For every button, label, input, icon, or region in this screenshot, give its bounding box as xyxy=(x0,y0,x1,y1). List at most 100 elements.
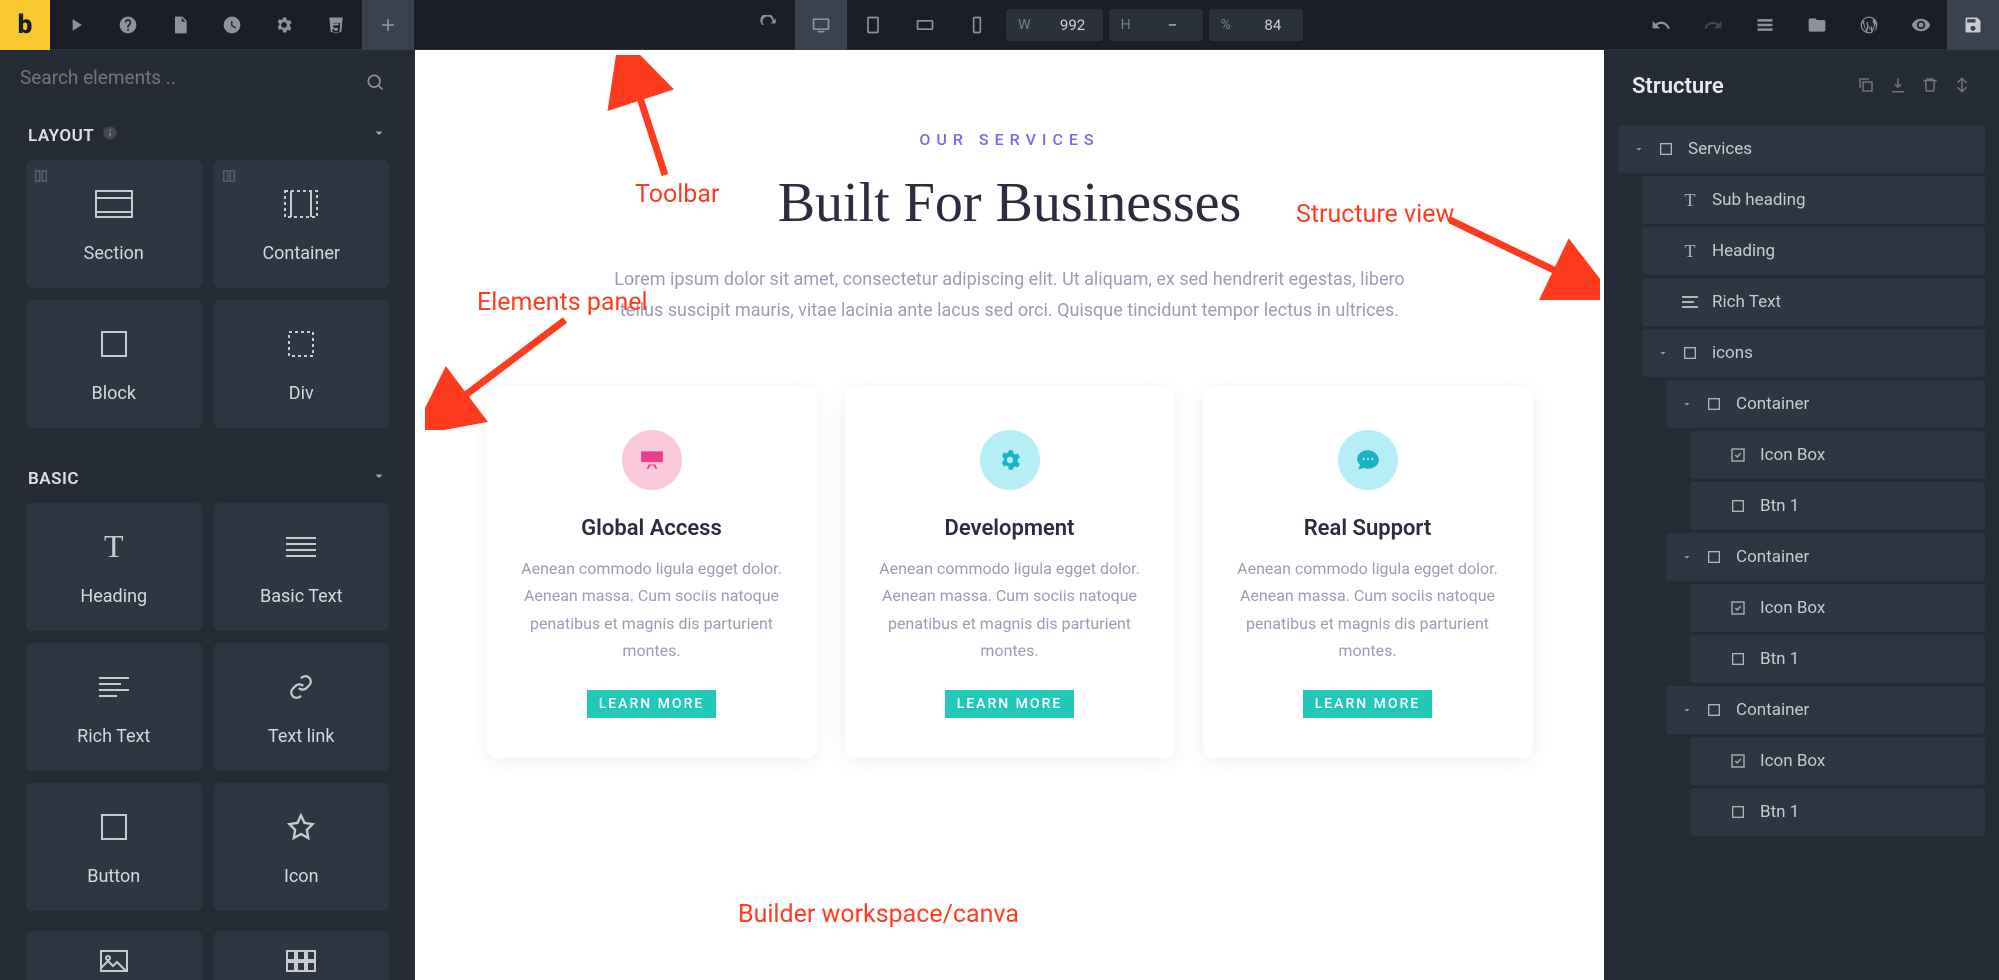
element-heading[interactable]: T Heading xyxy=(26,503,202,631)
tablet-landscape-icon[interactable] xyxy=(899,0,951,50)
css-icon[interactable] xyxy=(310,0,362,50)
tree-node[interactable]: Btn 1 xyxy=(1690,788,1985,836)
category-title: LAYOUT xyxy=(28,126,94,146)
chevron-down-icon xyxy=(371,125,387,146)
app-logo[interactable]: b xyxy=(0,0,50,50)
element-div[interactable]: Div xyxy=(214,300,390,428)
copy-icon[interactable] xyxy=(1857,76,1875,98)
play-icon[interactable] xyxy=(50,0,102,50)
node-label: Icon Box xyxy=(1760,751,1825,771)
element-label: Text link xyxy=(268,726,335,747)
chevron-down-icon[interactable] xyxy=(1678,398,1696,410)
tree-node[interactable]: THeading xyxy=(1642,227,1985,275)
element-label: Basic Text xyxy=(260,586,342,607)
trash-icon[interactable] xyxy=(1921,76,1939,98)
zoom-input[interactable] xyxy=(1243,16,1303,34)
element-text-link[interactable]: Text link xyxy=(214,643,390,771)
node-label: Heading xyxy=(1712,241,1775,261)
chevron-down-icon[interactable] xyxy=(1630,143,1648,155)
tree-node[interactable]: Container xyxy=(1666,533,1985,581)
elements-panel: LAYOUT Section Container Block Div BASIC… xyxy=(0,50,415,980)
height-input[interactable] xyxy=(1143,16,1203,34)
redo-icon[interactable] xyxy=(1687,0,1739,50)
width-field[interactable]: W xyxy=(1006,9,1102,41)
tree-node[interactable]: Icon Box xyxy=(1690,431,1985,479)
tree-node[interactable]: Rich Text xyxy=(1642,278,1985,326)
node-label: Btn 1 xyxy=(1760,649,1799,669)
tree-node[interactable]: Btn 1 xyxy=(1690,482,1985,530)
element-more[interactable] xyxy=(214,931,390,980)
card-development[interactable]: Development Aenean commodo ligula egget … xyxy=(845,386,1175,758)
container-icon xyxy=(283,185,319,223)
search-input[interactable] xyxy=(20,66,395,89)
help-icon[interactable] xyxy=(102,0,154,50)
category-layout-header[interactable]: LAYOUT xyxy=(0,105,415,160)
tree-node[interactable]: Icon Box xyxy=(1690,584,1985,632)
width-input[interactable] xyxy=(1043,16,1103,34)
heading-icon: T xyxy=(104,528,124,566)
tree-node[interactable]: Btn 1 xyxy=(1690,635,1985,683)
node-label: Icon Box xyxy=(1760,445,1825,465)
revisions-icon[interactable] xyxy=(206,0,258,50)
card-global-access[interactable]: Global Access Aenean commodo ligula egge… xyxy=(487,386,817,758)
tablet-portrait-icon[interactable] xyxy=(847,0,899,50)
add-element-button[interactable] xyxy=(362,0,414,50)
element-section[interactable]: Section xyxy=(26,160,202,288)
pages-icon[interactable] xyxy=(1791,0,1843,50)
element-label: Div xyxy=(289,383,314,404)
structure-title: Structure xyxy=(1632,74,1724,99)
button-icon xyxy=(100,808,128,846)
tree-node[interactable]: Container xyxy=(1666,686,1985,734)
chevron-down-icon[interactable] xyxy=(1678,704,1696,716)
chevron-down-icon[interactable] xyxy=(1678,551,1696,563)
element-label: Button xyxy=(87,866,140,887)
element-block[interactable]: Block xyxy=(26,300,202,428)
node-label: Sub heading xyxy=(1712,190,1806,210)
wordpress-icon[interactable] xyxy=(1843,0,1895,50)
tree-node[interactable]: TSub heading xyxy=(1642,176,1985,224)
card-text: Aenean commodo ligula egget dolor. Aenea… xyxy=(517,555,787,664)
element-label: Heading xyxy=(80,586,147,607)
element-container[interactable]: Container xyxy=(214,160,390,288)
category-title: BASIC xyxy=(28,469,79,489)
preview-icon[interactable] xyxy=(1895,0,1947,50)
height-field[interactable]: H xyxy=(1109,9,1203,41)
import-icon[interactable] xyxy=(1889,76,1907,98)
node-type-icon xyxy=(1702,549,1726,565)
structure-icon[interactable] xyxy=(1739,0,1791,50)
zoom-field[interactable]: % xyxy=(1209,9,1303,41)
rich-text-block[interactable]: Lorem ipsum dolor sit amet, consectetur … xyxy=(600,265,1420,326)
save-button[interactable] xyxy=(1947,0,1999,50)
learn-more-button[interactable]: LEARN MORE xyxy=(1303,690,1433,718)
chevron-down-icon[interactable] xyxy=(1654,347,1672,359)
node-type-icon xyxy=(1702,702,1726,718)
card-real-support[interactable]: Real Support Aenean commodo ligula egget… xyxy=(1203,386,1533,758)
chat-icon xyxy=(1338,430,1398,490)
main-heading[interactable]: Built For Businesses xyxy=(465,171,1554,235)
node-label: Services xyxy=(1688,139,1752,159)
learn-more-button[interactable]: LEARN MORE xyxy=(945,690,1075,718)
columns-icon xyxy=(34,168,48,187)
tree-node[interactable]: icons xyxy=(1642,329,1985,377)
desktop-breakpoint-icon[interactable] xyxy=(795,0,847,50)
refresh-icon[interactable] xyxy=(743,0,795,50)
tree-node[interactable]: Services xyxy=(1618,125,1985,173)
element-rich-text[interactable]: Rich Text xyxy=(26,643,202,771)
settings-icon[interactable] xyxy=(258,0,310,50)
element-label: Icon xyxy=(284,866,319,887)
learn-more-button[interactable]: LEARN MORE xyxy=(587,690,717,718)
cards-row: Global Access Aenean commodo ligula egge… xyxy=(465,386,1554,758)
expand-icon[interactable] xyxy=(1953,76,1971,98)
page-icon[interactable] xyxy=(154,0,206,50)
mobile-breakpoint-icon[interactable] xyxy=(951,0,1003,50)
element-basic-text[interactable]: Basic Text xyxy=(214,503,390,631)
tree-node[interactable]: Container xyxy=(1666,380,1985,428)
subheading[interactable]: OUR SERVICES xyxy=(465,130,1554,149)
element-more[interactable] xyxy=(26,931,202,980)
builder-canvas[interactable]: OUR SERVICES Built For Businesses Lorem … xyxy=(415,50,1604,980)
undo-icon[interactable] xyxy=(1635,0,1687,50)
category-basic-header[interactable]: BASIC xyxy=(0,448,415,503)
element-icon[interactable]: Icon xyxy=(214,783,390,911)
tree-node[interactable]: Icon Box xyxy=(1690,737,1985,785)
element-button[interactable]: Button xyxy=(26,783,202,911)
